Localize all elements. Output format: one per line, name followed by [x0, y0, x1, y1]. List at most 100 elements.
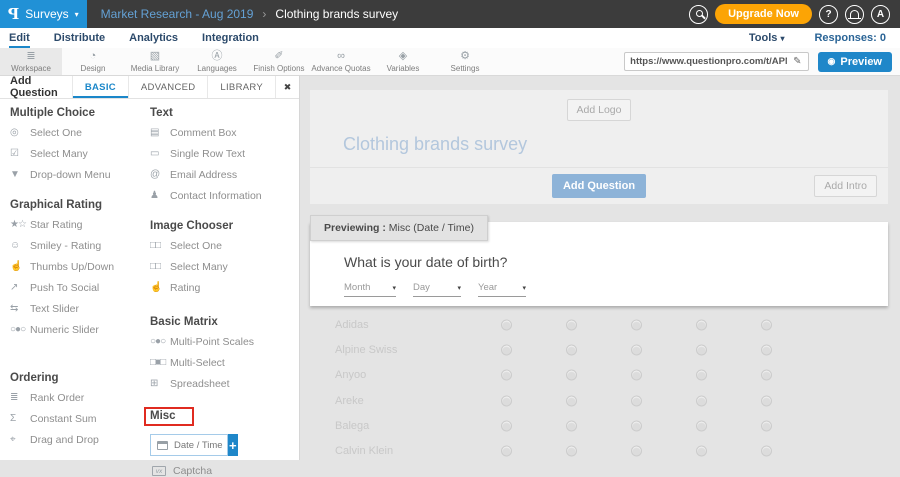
preview-button[interactable]: ◉ Preview [818, 52, 892, 72]
question-type-item[interactable]: ★☆ Star Rating [10, 214, 150, 235]
survey-url-field[interactable]: https://www.questionpro.com/t/APNrfZ ✎ [624, 52, 808, 71]
matrix-radio[interactable] [566, 420, 577, 431]
matrix-radio[interactable] [501, 344, 512, 355]
toolbar-item[interactable]: ⚙ Settings [434, 48, 496, 75]
matrix-radio[interactable] [761, 370, 772, 381]
matrix-radio[interactable] [631, 344, 642, 355]
toolbar-item[interactable]: ✐ Finish Options [248, 48, 310, 75]
question-type-item[interactable]: ♟ Contact Information [150, 185, 298, 206]
add-intro-button[interactable]: Add Intro [814, 175, 877, 197]
question-type-item[interactable]: ▤ Comment Box [150, 122, 298, 143]
matrix-radio[interactable] [501, 370, 512, 381]
group-graphical-rating: Graphical Rating ★☆ Star Rating ☺ Smiley… [10, 199, 150, 340]
matrix-radio[interactable] [631, 370, 642, 381]
matrix-radio[interactable] [631, 319, 642, 330]
survey-url-text[interactable]: https://www.questionpro.com/t/APNrfZ [625, 56, 787, 67]
preview-question-text: What is your date of birth? [344, 254, 888, 270]
close-icon[interactable]: ✖ [275, 76, 299, 98]
search-icon[interactable] [689, 5, 708, 24]
matrix-radio[interactable] [501, 420, 512, 431]
toolbar-item[interactable]: ◈ Variables [372, 48, 434, 75]
panel-tab[interactable]: ADVANCED [128, 76, 207, 98]
matrix-radio[interactable] [631, 420, 642, 431]
matrix-radio[interactable] [761, 344, 772, 355]
matrix-radio[interactable] [696, 319, 707, 330]
add-date-time-button[interactable]: + [228, 434, 238, 456]
add-logo-button[interactable]: Add Logo [567, 99, 632, 121]
question-type-item[interactable]: ▭ Single Row Text [150, 143, 298, 164]
question-type-icon: □■□ [150, 357, 170, 368]
captcha-item[interactable]: vx Captcha [152, 465, 298, 477]
surveys-product-menu[interactable]: P Surveys ▾ [0, 0, 87, 28]
matrix-radio[interactable] [566, 370, 577, 381]
question-type-item[interactable]: ☺ Smiley - Rating [10, 235, 150, 256]
question-type-item[interactable]: □■□ Multi-Select [150, 352, 298, 373]
year-dropdown[interactable]: Year ▾ [478, 282, 526, 297]
toolbar-item[interactable]: ◔ Design [62, 48, 124, 75]
panel-tab[interactable]: LIBRARY [207, 76, 275, 98]
matrix-radio[interactable] [566, 446, 577, 457]
question-type-label: Text Slider [30, 303, 79, 315]
toolbar-item[interactable]: Ⓐ Languages [186, 48, 248, 75]
question-type-item[interactable]: ◎ Select One [10, 122, 150, 143]
user-avatar[interactable]: A [871, 5, 890, 24]
toolbar-item[interactable]: ≣ Workspace [0, 48, 62, 75]
date-time-item[interactable]: Date / Time + [150, 434, 238, 456]
question-type-item[interactable]: Σ Constant Sum [10, 408, 150, 429]
matrix-radio[interactable] [761, 446, 772, 457]
matrix-radio[interactable] [501, 395, 512, 406]
question-type-item[interactable]: ≣ Rank Order [10, 387, 150, 408]
notifications-bell-icon[interactable] [845, 5, 864, 24]
matrix-radio[interactable] [761, 395, 772, 406]
module-tab[interactable]: Distribute [54, 28, 105, 48]
responses-link[interactable]: Responses: 0 [814, 32, 886, 44]
panel-tab[interactable]: BASIC [72, 76, 128, 98]
survey-title[interactable]: Clothing brands survey [343, 134, 888, 155]
survey-toolbar: ≣ Workspace ◔ Design ▧ Media Library Ⓐ L… [0, 48, 900, 76]
toolbar-item[interactable]: ∞ Advance Quotas [310, 48, 372, 75]
month-dropdown[interactable]: Month ▾ [344, 282, 396, 297]
matrix-radio[interactable] [761, 319, 772, 330]
help-icon[interactable]: ? [819, 5, 838, 24]
module-tab[interactable]: Integration [202, 28, 259, 48]
matrix-radio[interactable] [761, 420, 772, 431]
matrix-radio[interactable] [696, 446, 707, 457]
question-type-item[interactable]: ⊞ Spreadsheet [150, 373, 298, 394]
question-type-item[interactable]: ⇆ Text Slider [10, 298, 150, 319]
question-type-item[interactable]: ○●○ Numeric Slider [10, 319, 150, 340]
question-type-item[interactable]: ⌖ Drag and Drop [10, 429, 150, 450]
question-type-item[interactable]: ☝ Rating [150, 277, 298, 298]
matrix-radio[interactable] [696, 370, 707, 381]
date-time-box[interactable]: Date / Time [150, 434, 228, 456]
matrix-radio[interactable] [696, 395, 707, 406]
top-navigation-bar: P Surveys ▾ Market Research - Aug 2019 ›… [0, 0, 900, 28]
matrix-radio[interactable] [566, 319, 577, 330]
upgrade-now-button[interactable]: Upgrade Now [715, 4, 812, 24]
matrix-radio[interactable] [631, 446, 642, 457]
question-type-item[interactable]: □□ Select Many [150, 256, 298, 277]
matrix-radio[interactable] [566, 344, 577, 355]
question-type-item[interactable]: ↗ Push To Social [10, 277, 150, 298]
breadcrumb-folder-link[interactable]: Market Research - Aug 2019 [101, 7, 254, 21]
matrix-radio[interactable] [631, 395, 642, 406]
matrix-radio[interactable] [501, 319, 512, 330]
add-question-button[interactable]: Add Question [552, 174, 646, 198]
question-type-item[interactable]: ☑ Select Many [10, 143, 150, 164]
edit-url-pencil-icon[interactable]: ✎ [787, 56, 807, 67]
tools-menu[interactable]: Tools ▾ [749, 32, 785, 44]
matrix-radio[interactable] [501, 446, 512, 457]
matrix-radio[interactable] [696, 344, 707, 355]
matrix-radio[interactable] [566, 395, 577, 406]
question-type-item[interactable]: □□ Select One [150, 235, 298, 256]
question-type-item[interactable]: ○●○ Multi-Point Scales [150, 331, 298, 352]
toolbar-item[interactable]: ▧ Media Library [124, 48, 186, 75]
question-type-item[interactable]: @ Email Address [150, 164, 298, 185]
day-dropdown[interactable]: Day ▾ [413, 282, 461, 297]
matrix-radio[interactable] [696, 420, 707, 431]
question-type-icon: ▭ [150, 148, 170, 159]
module-tab[interactable]: Edit [9, 28, 30, 48]
module-tab[interactable]: Analytics [129, 28, 178, 48]
question-type-item[interactable]: ▼ Drop-down Menu [10, 164, 150, 185]
captcha-icon: vx [152, 466, 166, 476]
question-type-item[interactable]: ☝ Thumbs Up/Down [10, 256, 150, 277]
